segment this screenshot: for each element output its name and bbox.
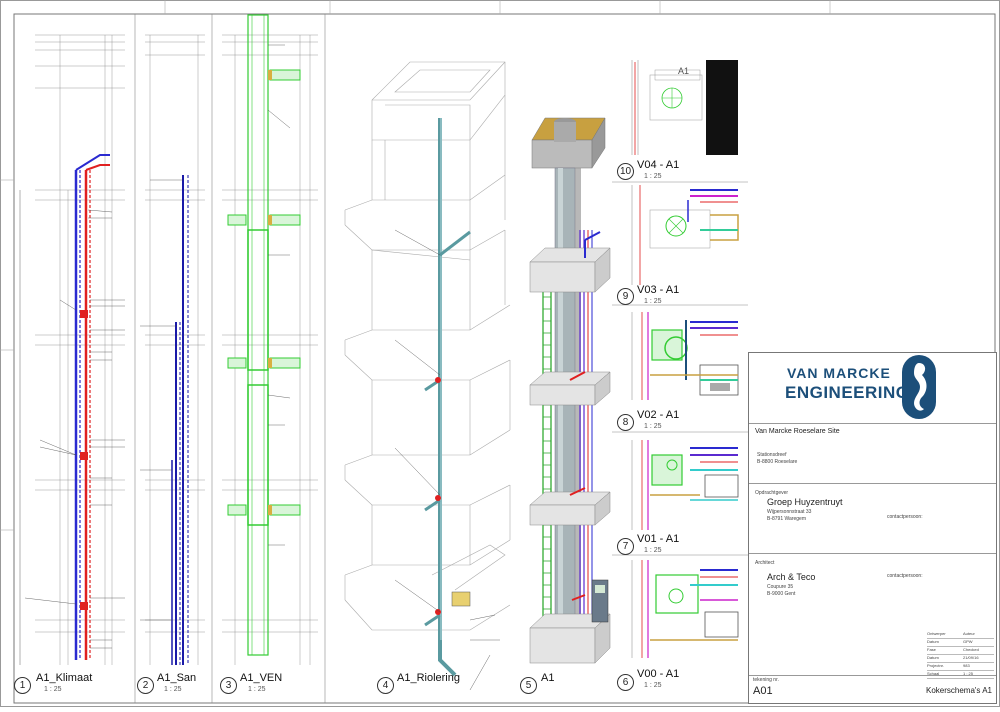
view-number-3: 3 <box>220 677 237 694</box>
view-scale-1: 1 : 25 <box>44 686 62 693</box>
client-contact: contactpersoon: <box>887 514 923 520</box>
view-title-7: V01 - A1 <box>637 533 680 545</box>
architect-street: Coupure 35 <box>767 584 794 590</box>
view-title-3: A1_VEN <box>240 672 283 684</box>
view-scale-3: 1 : 25 <box>248 686 266 693</box>
project-street: Stationsdreef <box>757 452 787 458</box>
sheet-footer: tekening nr. A01 Kokerschema's A1 <box>749 675 996 703</box>
view-title-1: A1_Klimaat <box>36 672 93 684</box>
architect-name: Arch & Teco <box>767 572 816 582</box>
title-block: VAN MARCKE ENGINEERING Van Marcke Roesel… <box>748 352 997 704</box>
client-city: B-8791 Waregem <box>767 516 806 522</box>
view-scale-10: 1 : 25 <box>644 173 662 180</box>
view-title-9: V03 - A1 <box>637 284 680 296</box>
view-number-7: 7 <box>617 538 634 555</box>
sheet-name: Kokerschema's A1 <box>925 686 992 695</box>
view-number-8: 8 <box>617 414 634 431</box>
meta-row: Projectnr. 983 <box>927 663 994 671</box>
view-title-2: A1_San <box>157 672 197 684</box>
meta-row: Datum GPW <box>927 639 994 647</box>
meta-row: Datum 21/09/16 <box>927 655 994 663</box>
seahorse-icon <box>902 355 936 419</box>
view-title-6: V00 - A1 <box>637 668 680 680</box>
sheet-number: A01 <box>753 685 773 697</box>
architect-heading: Architect <box>755 560 775 566</box>
view-number-2: 2 <box>137 677 154 694</box>
view-number-4: 4 <box>377 677 394 694</box>
company-logo: VAN MARCKE ENGINEERING <box>749 353 996 423</box>
client-section: Opdrachtgever Groep Huyzentruyt Wijperso… <box>749 483 996 554</box>
view-number-1: 1 <box>14 677 31 694</box>
view-title-5: A1 <box>541 672 555 684</box>
company-name-bottom: ENGINEERING <box>785 383 910 402</box>
view-title-10: V04 - A1 <box>637 159 680 171</box>
architect-section: Architect Arch & Teco Coupure 35 B-9000 … <box>749 553 996 629</box>
meta-row: Ontwerper Auteur <box>927 631 994 639</box>
meta-row: Fase Checked <box>927 647 994 655</box>
client-street: Wijpersonnstraat 33 <box>767 509 812 515</box>
architect-city: B-9000 Gent <box>767 591 796 597</box>
detail-tag: A1 <box>678 66 690 76</box>
view-scale-7: 1 : 25 <box>644 547 662 554</box>
view-title-8: V02 - A1 <box>637 409 680 421</box>
company-name-top: VAN MARCKE <box>787 365 891 381</box>
sheet-number-label: tekening nr. <box>753 677 779 683</box>
drawing-sheet: 1 A1_Klimaat 1 : 25 2 A1_San 1 : 25 3 A1… <box>0 0 1000 707</box>
view-number-10: 10 <box>617 163 634 180</box>
project-city: B-8800 Roeselare <box>757 459 798 465</box>
client-name: Groep Huyzentruyt <box>767 497 843 507</box>
architect-contact: contactpersoon: <box>887 573 923 579</box>
view-scale-8: 1 : 25 <box>644 423 662 430</box>
view-number-9: 9 <box>617 288 634 305</box>
view-number-5: 5 <box>520 677 537 694</box>
project-section: Van Marcke Roeselare Site Stationsdreef … <box>749 423 996 484</box>
client-heading: Opdrachtgever <box>755 490 789 496</box>
titleblock-meta-table: Ontwerper Auteur Datum GPW Fase Checked Dat… <box>927 631 994 679</box>
view-scale-2: 1 : 25 <box>164 686 182 693</box>
view-title-4: A1_Riolering <box>397 672 460 684</box>
view-scale-9: 1 : 25 <box>644 298 662 305</box>
view-scale-6: 1 : 25 <box>644 682 662 689</box>
project-title: Van Marcke Roeselare Site <box>755 428 840 435</box>
view-number-6: 6 <box>617 674 634 691</box>
